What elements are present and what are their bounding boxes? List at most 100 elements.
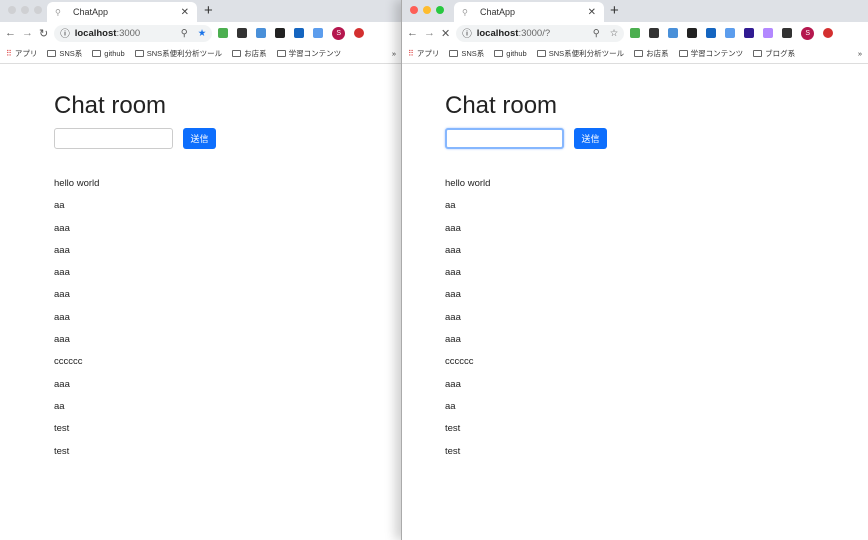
info-icon: ⓘ [462,29,472,40]
bookmark-folder[interactable]: github [494,49,527,58]
bookmark-folder[interactable]: SNS系便利分析ツール [134,48,222,59]
message-item: cccccc [445,356,474,368]
send-button[interactable]: 送信 [183,128,216,149]
adblock-icon[interactable] [354,28,365,38]
extension-icon[interactable] [725,28,736,38]
message-item: aaa [445,334,461,346]
folder-icon [232,50,242,57]
extension-icon[interactable] [763,28,774,38]
message-item: aaa [54,311,70,323]
message-item: aa [445,200,456,212]
bookmark-apps[interactable]: ⠿ アプリ [6,48,37,59]
window-controls[interactable] [410,6,444,14]
message-item: test [445,423,461,435]
message-item: aaa [445,244,461,256]
extension-icon[interactable] [706,28,717,38]
message-item: aaa [54,267,70,279]
message-list: hello world aa aaa aaa aaa aaa aaa aaa cccccc aaa… [54,178,402,468]
minimize-button[interactable] [423,6,431,14]
message-list: hello world aa aaa aaa aaa aaa aaa aaa cccccc aaa… [445,178,868,468]
favicon-icon: ⚲ [462,7,468,17]
back-icon[interactable]: ← [407,27,418,39]
page-title: Chat room [54,92,167,119]
star-icon[interactable]: ☆ [610,28,619,39]
send-button[interactable]: 送信 [574,128,607,149]
folder-icon [47,50,57,57]
bookmark-folder[interactable]: SNS系 [449,48,484,59]
folder-icon [536,50,546,57]
star-icon[interactable]: ★ [198,28,207,39]
bookmark-folder[interactable]: お店系 [232,48,267,59]
address-bar[interactable]: ⓘ localhost:3000/? ⚲ ☆ [456,24,625,42]
extension-icon[interactable] [687,28,698,38]
new-tab-button[interactable]: + [610,2,619,19]
page-title: Chat room [445,92,558,119]
avatar[interactable]: S [801,26,815,40]
extension-icon[interactable] [668,28,679,38]
forward-icon[interactable]: → [22,27,33,39]
bookmark-folder[interactable]: SNS系便利分析ツール [536,48,624,59]
folder-icon [494,50,504,57]
bookmark-folder[interactable]: SNS系 [47,48,82,59]
favicon-icon: ⚲ [55,7,61,17]
folder-icon [134,50,144,57]
extension-icon[interactable] [782,28,793,38]
message-item: aaa [54,244,70,256]
bookmark-apps[interactable]: ⠿ アプリ [408,48,439,59]
forward-icon[interactable]: → [424,27,435,39]
page-content: Chat room 送信 hello world aa aaa aaa aaa aaa aa… [0,64,402,468]
window-controls[interactable] [8,6,42,14]
message-item: cccccc [54,356,83,368]
message-input[interactable] [445,128,564,149]
avatar[interactable]: S [332,26,346,40]
bookmark-folder[interactable]: ブログ系 [753,48,795,59]
toolbar: ← → ↻ ⓘ localhost:3000 ⚲ ★ S [0,22,402,44]
message-form: 送信 [54,128,402,149]
address-bar[interactable]: ⓘ localhost:3000 ⚲ ★ [54,24,213,42]
adblock-icon[interactable] [823,28,834,38]
bookmark-folder[interactable]: 学習コンテンツ [678,48,743,59]
bookmark-folder[interactable]: お店系 [634,48,669,59]
close-tab-icon[interactable]: ✕ [588,7,596,18]
new-tab-button[interactable]: + [204,2,213,19]
tab-chatapp[interactable]: ⚲ ChatApp ✕ [47,2,197,22]
close-tab-icon[interactable]: ✕ [181,7,189,18]
zoom-button[interactable] [436,6,444,14]
folder-icon [753,50,763,57]
minimize-button[interactable] [21,6,29,14]
close-window-button[interactable] [8,6,16,14]
reload-icon[interactable]: ✕ [441,27,450,40]
bookmarks-bar: ⠿ アプリ SNS系 github SNS系便利分析ツール お店系 学習コンテンツ » [0,44,402,64]
message-input[interactable] [54,128,173,149]
zoom-icon[interactable]: ⚲ [181,28,188,39]
extension-icon[interactable] [218,28,229,38]
extension-icon[interactable] [744,28,755,38]
message-item: aaa [445,378,461,390]
more-bookmarks-icon[interactable]: » [392,49,396,58]
zoom-button[interactable] [34,6,42,14]
tab-chatapp[interactable]: ⚲ ChatApp ✕ [454,2,604,22]
zoom-icon[interactable]: ⚲ [593,28,600,39]
bookmark-folder[interactable]: 学習コンテンツ [276,48,341,59]
page-content: Chat room 送信 hello world aa aaa aaa aaa aaa aa… [402,64,868,468]
extension-icon[interactable] [630,28,641,38]
extensions: S [630,26,834,40]
extension-icon[interactable] [275,28,286,38]
apps-grid-icon: ⠿ [408,49,414,58]
tab-bar: ⚲ ChatApp ✕ + [402,0,868,22]
back-icon[interactable]: ← [5,27,16,39]
extension-icon[interactable] [256,28,267,38]
extension-icon[interactable] [313,28,324,38]
extension-icon[interactable] [649,28,660,38]
folder-icon [634,50,644,57]
tab-bar: ⚲ ChatApp ✕ + [0,0,402,22]
bookmark-folder[interactable]: github [92,49,125,58]
message-item: aaa [54,289,70,301]
more-bookmarks-icon[interactable]: » [858,49,862,58]
folder-icon [449,50,459,57]
message-item: aaa [445,267,461,279]
close-window-button[interactable] [410,6,418,14]
extension-icon[interactable] [294,28,305,38]
extension-icon[interactable] [237,28,248,38]
reload-icon[interactable]: ↻ [39,27,48,40]
